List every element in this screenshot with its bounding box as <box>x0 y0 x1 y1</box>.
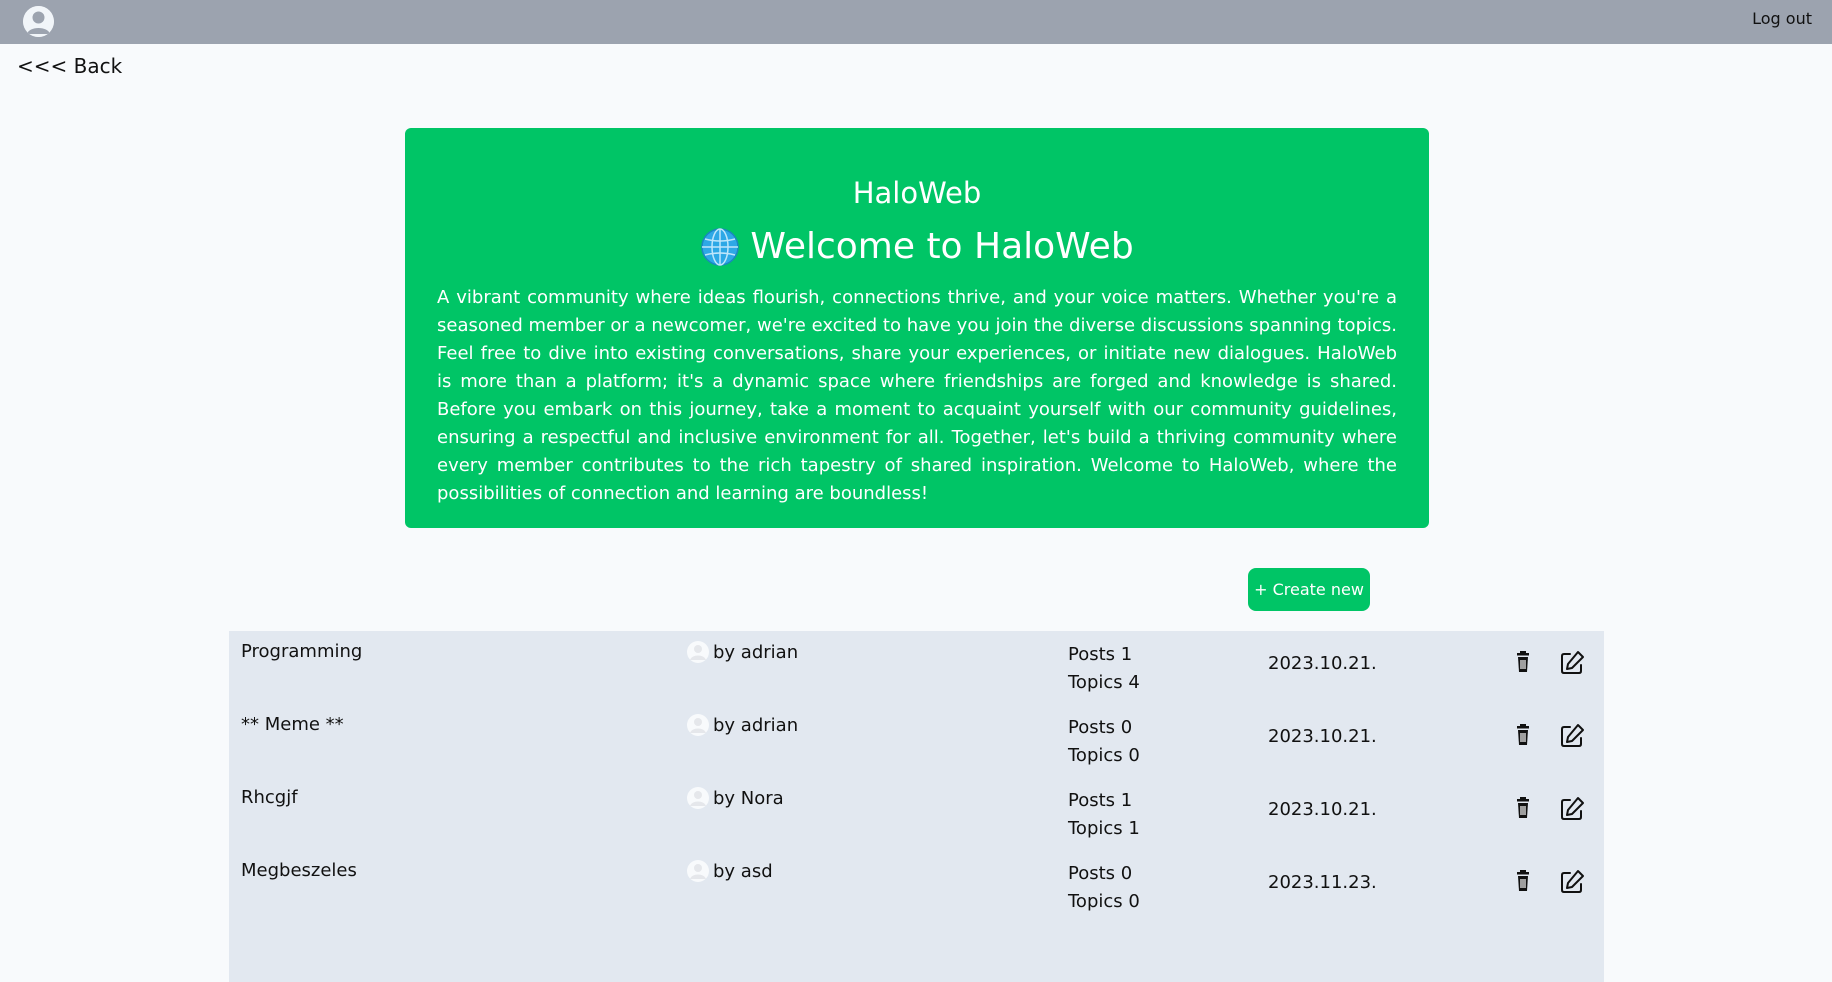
category-author: by adrian <box>687 714 798 736</box>
trash-icon[interactable] <box>1512 723 1534 749</box>
user-avatar-icon[interactable] <box>23 6 54 37</box>
category-name[interactable]: Programming <box>241 641 362 662</box>
category-name[interactable]: Megbeszeles <box>241 860 357 881</box>
posts-count: Posts 1 <box>1068 644 1133 665</box>
category-row[interactable]: ** Meme ** by adrian Posts 0 Topics 0 20… <box>229 704 1604 777</box>
logout-link[interactable]: Log out <box>1752 9 1812 28</box>
category-name[interactable]: ** Meme ** <box>241 714 344 735</box>
posts-count: Posts 0 <box>1068 863 1133 884</box>
category-stats: Posts 1 Topics 4 <box>1068 641 1140 697</box>
welcome-banner: HaloWeb Welcome to HaloWeb A vibrant com… <box>405 128 1429 528</box>
category-author: by asd <box>687 860 773 882</box>
category-date: 2023.10.21. <box>1268 799 1377 820</box>
author-name: by Nora <box>713 787 784 809</box>
author-name: by adrian <box>713 641 799 663</box>
topics-count: Topics 0 <box>1068 891 1140 912</box>
author-name: by asd <box>713 860 773 882</box>
edit-icon[interactable] <box>1558 868 1586 896</box>
topics-count: Topics 1 <box>1068 818 1140 839</box>
author-name: by adrian <box>713 714 799 736</box>
user-icon <box>687 787 709 809</box>
trash-icon[interactable] <box>1512 650 1534 676</box>
posts-count: Posts 0 <box>1068 717 1133 738</box>
posts-count: Posts 1 <box>1068 790 1133 811</box>
user-icon <box>687 714 709 736</box>
trash-icon[interactable] <box>1512 869 1534 895</box>
globe-icon <box>700 227 740 267</box>
category-stats: Posts 1 Topics 1 <box>1068 787 1140 843</box>
user-icon <box>687 860 709 882</box>
user-icon <box>687 641 709 663</box>
welcome-title-text: Welcome to HaloWeb <box>750 226 1134 267</box>
category-date: 2023.11.23. <box>1268 872 1377 893</box>
category-date: 2023.10.21. <box>1268 653 1377 674</box>
topics-count: Topics 4 <box>1068 672 1140 693</box>
back-link[interactable]: <<< Back <box>17 54 122 78</box>
category-list: Programming by adrian Posts 1 Topics 4 2… <box>229 631 1604 982</box>
category-name[interactable]: Rhcgjf <box>241 787 298 808</box>
edit-icon[interactable] <box>1558 649 1586 677</box>
welcome-description: A vibrant community where ideas flourish… <box>437 287 1397 504</box>
category-author: by Nora <box>687 787 784 809</box>
category-row[interactable]: Programming by adrian Posts 1 Topics 4 2… <box>229 631 1604 704</box>
edit-icon[interactable] <box>1558 795 1586 823</box>
top-bar: Log out <box>0 0 1832 44</box>
welcome-title: Welcome to HaloWeb <box>405 226 1429 267</box>
category-author: by adrian <box>687 641 798 663</box>
category-row[interactable]: Megbeszeles by asd Posts 0 Topics 0 2023… <box>229 850 1604 923</box>
category-row[interactable]: Rhcgjf by Nora Posts 1 Topics 1 2023.10.… <box>229 777 1604 850</box>
category-date: 2023.10.21. <box>1268 726 1377 747</box>
category-stats: Posts 0 Topics 0 <box>1068 714 1140 770</box>
brand-name: HaloWeb <box>852 176 982 210</box>
topics-count: Topics 0 <box>1068 745 1140 766</box>
trash-icon[interactable] <box>1512 796 1534 822</box>
category-stats: Posts 0 Topics 0 <box>1068 860 1140 916</box>
create-new-button[interactable]: + Create new <box>1248 568 1370 611</box>
edit-icon[interactable] <box>1558 722 1586 750</box>
